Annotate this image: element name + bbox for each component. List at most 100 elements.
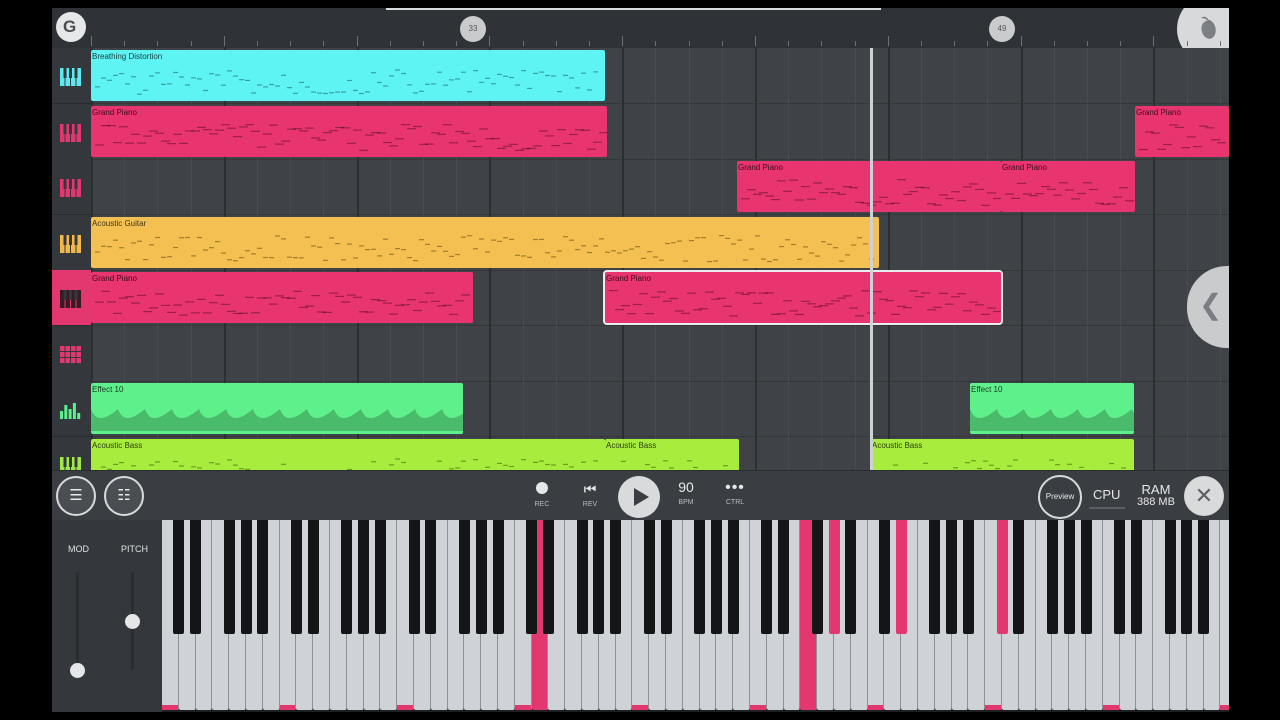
close-keyboard-button[interactable]: ✕ <box>1184 476 1224 516</box>
pattern-clip[interactable]: Grand Piano <box>1135 105 1229 157</box>
black-key[interactable] <box>1198 520 1210 634</box>
piano-roll-button[interactable]: ☷ <box>104 476 144 516</box>
clip-label: Grand Piano <box>1136 107 1181 117</box>
preview-button[interactable]: Preview <box>1038 475 1082 519</box>
black-key[interactable] <box>929 520 941 634</box>
track-header[interactable] <box>52 325 91 382</box>
clip-label: Acoustic Bass <box>872 440 923 450</box>
black-key[interactable] <box>1114 520 1126 634</box>
black-key[interactable] <box>374 520 386 634</box>
black-key[interactable] <box>761 520 773 634</box>
black-key[interactable] <box>643 520 655 634</box>
fruit-icon <box>1201 16 1216 39</box>
ruler-tick <box>489 36 491 46</box>
black-key[interactable] <box>458 520 470 634</box>
mod-slider-track[interactable] <box>76 572 79 670</box>
pitch-slider-knob[interactable] <box>125 614 140 629</box>
black-key[interactable] <box>1046 520 1058 634</box>
ruler-tick <box>1020 36 1022 46</box>
black-key[interactable] <box>593 520 605 634</box>
timeline-ruler[interactable]: G 33 49 <box>52 8 1229 64</box>
black-key[interactable] <box>190 520 202 634</box>
timeline-scroll-indicator[interactable] <box>386 8 881 10</box>
playlist-grid[interactable]: Breathing Distortion Grand Piano Grand Pia… <box>91 48 1229 493</box>
black-key[interactable] <box>996 520 1008 634</box>
daw-window: G 33 49 Breathing Distortion Grand Piano G… <box>52 8 1229 712</box>
black-key[interactable] <box>1013 520 1025 634</box>
key-marker <box>985 705 1001 710</box>
black-key[interactable] <box>240 520 252 634</box>
mixer-button[interactable]: ☰ <box>56 476 96 516</box>
clip-label: Effect 10 <box>971 385 1003 394</box>
black-key[interactable] <box>845 520 857 634</box>
white-key[interactable] <box>1220 520 1229 710</box>
key-marker <box>867 705 884 710</box>
track-header[interactable] <box>52 48 91 104</box>
black-key[interactable] <box>475 520 487 634</box>
black-key[interactable] <box>173 520 185 634</box>
mod-slider-knob[interactable] <box>70 663 85 678</box>
black-key[interactable] <box>290 520 302 634</box>
black-key[interactable] <box>610 520 622 634</box>
playhead[interactable] <box>870 48 873 474</box>
pattern-clip[interactable]: Grand Piano <box>1001 161 1135 212</box>
timeline-marker[interactable]: 49 <box>989 16 1015 42</box>
pattern-clip[interactable]: Effect 10 <box>970 383 1134 434</box>
pattern-clip[interactable]: Breathing Distortion <box>91 50 605 101</box>
record-button[interactable]: REC <box>532 481 552 508</box>
black-key[interactable] <box>1181 520 1193 634</box>
ruler-tick <box>1186 41 1188 46</box>
track-header[interactable] <box>52 381 91 437</box>
track-lane[interactable] <box>91 326 1229 382</box>
black-key[interactable] <box>257 520 269 634</box>
black-key[interactable] <box>223 520 235 634</box>
black-key[interactable] <box>492 520 504 634</box>
black-key[interactable] <box>1063 520 1075 634</box>
black-key[interactable] <box>358 520 370 634</box>
black-key[interactable] <box>1130 520 1142 634</box>
ruler-tick <box>987 41 989 46</box>
black-key[interactable] <box>962 520 974 634</box>
black-key[interactable] <box>778 520 790 634</box>
ruler-tick <box>124 41 126 46</box>
black-key[interactable] <box>307 520 319 634</box>
pattern-clip[interactable]: Acoustic Guitar <box>91 216 879 268</box>
rewind-button[interactable]: ⏮ REV <box>580 481 600 508</box>
black-key[interactable] <box>727 520 739 634</box>
track-header[interactable] <box>52 103 91 160</box>
control-button[interactable]: ••• CTRL <box>722 479 748 506</box>
pattern-clip[interactable]: Grand Piano <box>91 105 607 157</box>
pattern-clip[interactable]: Grand Piano <box>603 270 1003 325</box>
black-key[interactable] <box>408 520 420 634</box>
black-key[interactable] <box>341 520 353 634</box>
black-key[interactable] <box>811 520 823 634</box>
timeline-marker[interactable]: 33 <box>460 16 486 42</box>
pattern-clip[interactable]: Grand Piano <box>91 272 473 323</box>
black-key[interactable] <box>542 520 554 634</box>
tempo-button[interactable]: 90 BPM <box>674 479 698 506</box>
track-header[interactable] <box>52 214 91 271</box>
black-key[interactable] <box>1080 520 1092 634</box>
black-key[interactable] <box>526 520 538 634</box>
track-header[interactable] <box>52 270 91 326</box>
black-key[interactable] <box>576 520 588 634</box>
black-key[interactable] <box>660 520 672 634</box>
black-key[interactable] <box>694 520 706 634</box>
black-key[interactable] <box>895 520 907 634</box>
black-key[interactable] <box>878 520 890 634</box>
black-key[interactable] <box>946 520 958 634</box>
black-key[interactable] <box>425 520 437 634</box>
play-button[interactable] <box>618 476 660 518</box>
ruler-tick <box>589 41 590 46</box>
black-key[interactable] <box>710 520 722 634</box>
pattern-clip[interactable]: Effect 10 <box>91 383 463 434</box>
piano-icon <box>60 123 82 147</box>
track-header[interactable] <box>52 159 91 215</box>
piano-keyboard[interactable] <box>162 520 1229 712</box>
app-menu-button[interactable]: G <box>56 12 86 42</box>
black-key[interactable] <box>1164 520 1176 634</box>
black-key[interactable] <box>828 520 840 634</box>
chevron-left-icon: ❮ <box>1199 289 1223 320</box>
clip-label: Effect 10 <box>92 385 124 394</box>
pattern-clip[interactable]: Grand Piano <box>737 161 1001 212</box>
